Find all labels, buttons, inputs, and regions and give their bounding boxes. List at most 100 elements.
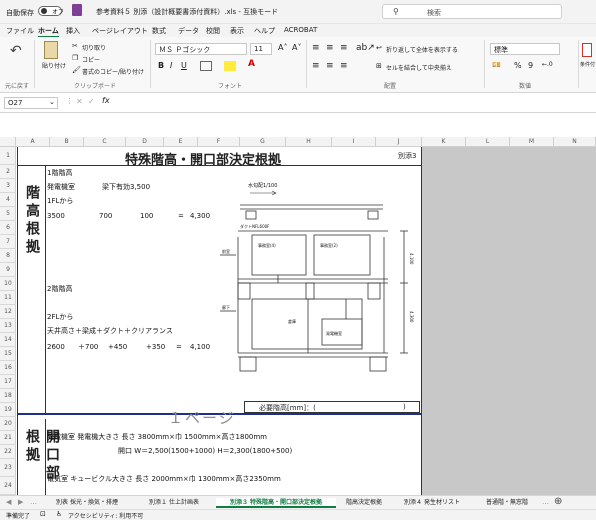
conditional-format-label[interactable]: 条件付き書式 xyxy=(580,61,596,68)
column-header[interactable]: E xyxy=(164,137,198,147)
undo-icon[interactable]: ↶ xyxy=(10,43,22,59)
font-grow-icon[interactable]: A˄ xyxy=(278,43,287,52)
scroll-left-icon[interactable]: ◀ xyxy=(6,498,11,506)
cell-text[interactable]: 発電機室 発電機大きさ 長さ 3800mm×巾 1500mm×高さ1800mm xyxy=(47,433,267,442)
decimal-icon[interactable]: ←.0 xyxy=(542,61,553,68)
menu-page-layout[interactable]: ページレイアウト xyxy=(92,26,148,36)
cell-text[interactable]: 2600 xyxy=(47,343,65,352)
cell-text[interactable]: +350 xyxy=(146,343,165,352)
menu-help[interactable]: ヘルプ xyxy=(254,26,275,36)
cancel-icon[interactable]: ✕ xyxy=(76,97,83,106)
copy-label[interactable]: コピー xyxy=(82,55,100,64)
sheet-tab[interactable]: 別添４ 発生材リスト xyxy=(392,498,472,508)
underline-button[interactable]: U xyxy=(181,61,187,70)
conditional-format-icon[interactable] xyxy=(582,43,592,57)
menu-view[interactable]: 表示 xyxy=(230,26,244,36)
row-header[interactable]: 5 xyxy=(0,207,16,221)
row-header[interactable]: 2 xyxy=(0,165,16,179)
scroll-right-icon[interactable]: ▶ xyxy=(18,498,23,506)
row-header[interactable]: 16 xyxy=(0,361,16,375)
column-header[interactable]: H xyxy=(286,137,332,147)
cell-text[interactable]: 2階階高 xyxy=(47,285,72,294)
name-box[interactable]: O27 ⌄ xyxy=(4,97,58,109)
menu-acrobat[interactable]: ACROBAT xyxy=(284,26,317,34)
currency-icon[interactable]: 💴 xyxy=(492,61,501,69)
number-format-select[interactable]: 標準 xyxy=(490,43,560,55)
more-tabs-icon[interactable]: … xyxy=(30,498,37,506)
required-height-box[interactable]: 必要階高[mm]：( ) xyxy=(244,401,420,413)
orientation-icon[interactable]: ab↗ xyxy=(356,43,375,53)
align-top-icon[interactable]: ≡ xyxy=(312,43,320,53)
function-icon[interactable]: fx xyxy=(102,96,110,105)
cell-text[interactable]: 天井高さ＋梁成＋ダクト＋クリアランス xyxy=(47,327,173,336)
row-header[interactable]: 1 xyxy=(0,147,16,165)
enter-icon[interactable]: ✓ xyxy=(88,97,95,106)
font-name-select[interactable]: ＭＳ Ｐゴシック xyxy=(155,43,247,55)
format-painter-label[interactable]: 書式のコピー/貼り付け xyxy=(82,67,144,76)
cell-text[interactable]: = xyxy=(176,343,182,352)
percent-icon[interactable]: % xyxy=(514,61,522,70)
row-header[interactable]: 13 xyxy=(0,319,16,333)
sheet-tab[interactable]: 普通階・無窓階 xyxy=(474,498,540,508)
cell-text[interactable]: 4,100 xyxy=(190,343,210,352)
row-header[interactable]: 3 xyxy=(0,179,16,193)
cell-text[interactable]: 4,300 xyxy=(190,212,210,221)
row-header[interactable]: 6 xyxy=(0,221,16,235)
row-header[interactable]: 22 xyxy=(0,445,16,459)
font-color-icon[interactable]: A xyxy=(248,59,255,69)
cell-text[interactable]: 開口 W＝2,500(1500+1000) H＝2,300(1800+500) xyxy=(118,447,292,456)
font-size-select[interactable]: 11 xyxy=(250,43,272,55)
align-left-icon[interactable]: ≡ xyxy=(312,61,320,71)
paste-icon[interactable] xyxy=(44,41,58,59)
menu-file[interactable]: ファイル xyxy=(6,26,34,36)
row-header[interactable]: 14 xyxy=(0,333,16,347)
menu-formulas[interactable]: 数式 xyxy=(152,26,166,36)
more-tabs-right-icon[interactable]: … xyxy=(542,498,549,506)
cut-label[interactable]: 切り取り xyxy=(82,43,106,52)
status-accessibility[interactable]: アクセシビリティ: 利用不可 xyxy=(68,511,143,520)
row-header[interactable]: 19 xyxy=(0,403,16,417)
paste-label[interactable]: 貼り付け xyxy=(42,61,66,70)
align-middle-icon[interactable]: ≡ xyxy=(326,43,334,53)
column-header[interactable]: N xyxy=(554,137,596,147)
row-header[interactable]: 21 xyxy=(0,431,16,445)
merge-icon[interactable]: ⊞ xyxy=(376,62,382,70)
save-icon[interactable] xyxy=(72,4,82,16)
row-header[interactable]: 12 xyxy=(0,305,16,319)
column-header[interactable]: C xyxy=(84,137,126,147)
search-box[interactable]: ⚲ 検索 xyxy=(382,4,562,19)
menu-review[interactable]: 校閲 xyxy=(206,26,220,36)
align-right-icon[interactable]: ≡ xyxy=(340,61,348,71)
format-painter-icon[interactable]: 🖌 xyxy=(72,66,81,74)
cell-text[interactable]: 2FLから xyxy=(47,313,73,322)
cut-icon[interactable]: ✂ xyxy=(72,42,78,50)
comma-icon[interactable]: 9 xyxy=(528,61,533,70)
row-header[interactable]: 18 xyxy=(0,389,16,403)
row-header[interactable]: 24 xyxy=(0,477,16,495)
menu-insert[interactable]: 挿入 xyxy=(66,26,80,36)
merge-center-button[interactable]: セルを結合して中央揃え xyxy=(386,63,452,72)
macro-icon[interactable]: ⊡ xyxy=(40,510,46,518)
column-header[interactable]: M xyxy=(510,137,554,147)
column-header[interactable]: G xyxy=(240,137,286,147)
bold-button[interactable]: B xyxy=(158,61,164,70)
menu-data[interactable]: データ xyxy=(178,26,199,36)
sheet-tab-active[interactable]: 別添３ 特殊階高・開口部決定根拠 xyxy=(216,498,336,508)
row-header[interactable]: 17 xyxy=(0,375,16,389)
row-header[interactable]: 4 xyxy=(0,193,16,207)
cell-text[interactable]: 電気室 キュービクル大きさ 長さ 2000mm×巾 1300mm×高さ2350m… xyxy=(47,475,281,484)
row-header[interactable]: 20 xyxy=(0,417,16,431)
column-header[interactable]: K xyxy=(422,137,466,147)
column-header[interactable]: L xyxy=(466,137,510,147)
spreadsheet-grid[interactable]: A B C D E F G H I J K L M N 1 2 3 4 5 6 … xyxy=(0,137,596,495)
align-bottom-icon[interactable]: ≡ xyxy=(340,43,348,53)
cell-text[interactable]: 3500 xyxy=(47,212,65,221)
row-header[interactable]: 11 xyxy=(0,291,16,305)
font-shrink-icon[interactable]: A˅ xyxy=(292,43,301,52)
add-sheet-icon[interactable]: ⊕ xyxy=(554,496,562,507)
cell-text[interactable]: 1階階高 xyxy=(47,169,72,178)
column-header[interactable]: A xyxy=(16,137,50,147)
italic-button[interactable]: I xyxy=(170,61,172,70)
cell-text[interactable]: 100 xyxy=(140,212,153,221)
cell-text[interactable]: +450 xyxy=(108,343,127,352)
